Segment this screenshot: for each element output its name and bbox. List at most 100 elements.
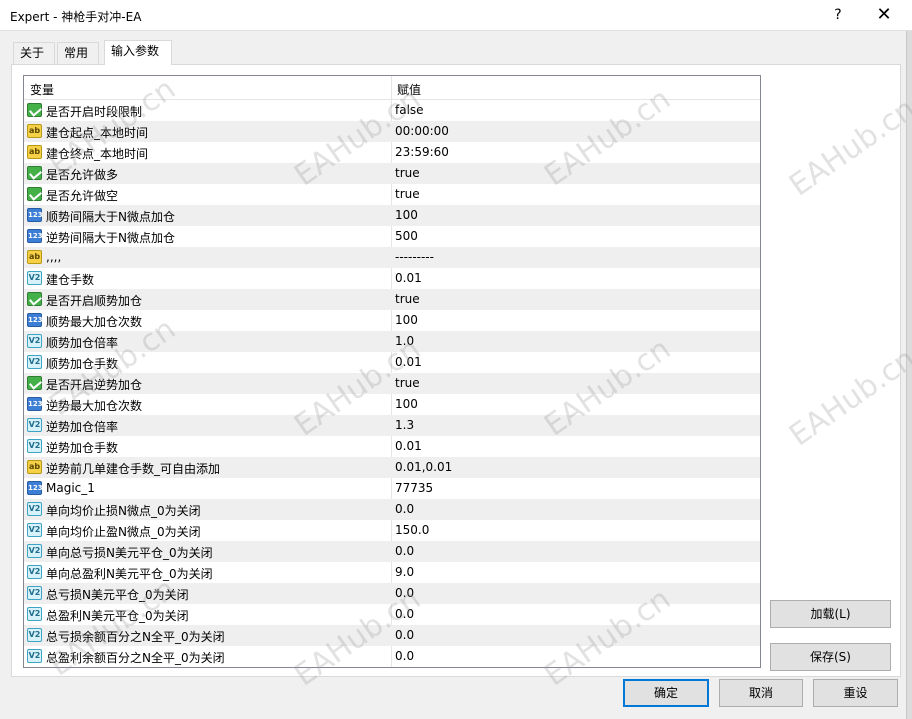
parameter-value[interactable]: 1.0	[395, 334, 414, 348]
table-row[interactable]: V2 顺势加仓倍率 1.0	[24, 331, 760, 352]
parameter-name: 顺势最大加仓次数	[46, 315, 143, 329]
parameter-name: 单向总亏损N美元平仓_0为关闭	[46, 546, 213, 560]
bool-icon	[27, 376, 42, 390]
parameter-value[interactable]: 0.01	[395, 271, 422, 285]
parameter-value[interactable]: true	[395, 376, 420, 390]
double-icon: V2	[27, 418, 42, 432]
parameter-value[interactable]: 0.0	[395, 586, 414, 600]
parameter-name: Magic_1	[46, 481, 95, 495]
table-row[interactable]: V2 顺势加仓手数 0.01	[24, 352, 760, 373]
parameter-value[interactable]: 150.0	[395, 523, 429, 537]
table-row[interactable]: 是否允许做空 true	[24, 184, 760, 205]
tab-inputs[interactable]: 输入参数	[104, 40, 172, 65]
column-header-variable[interactable]: 变量	[30, 81, 54, 98]
table-row[interactable]: V2 建仓手数 0.01	[24, 268, 760, 289]
save-button[interactable]: 保存(S)	[770, 643, 891, 671]
int-icon: 123	[27, 208, 43, 222]
parameter-name: 顺势间隔大于N微点加仓	[46, 210, 175, 224]
parameter-value[interactable]: 500	[395, 229, 418, 243]
parameter-value[interactable]: 0.0	[395, 502, 414, 516]
table-row[interactable]: V2 单向均价止损N微点_0为关闭 0.0	[24, 499, 760, 520]
tab-about[interactable]: 关于	[13, 42, 55, 64]
string-icon: ab	[27, 460, 42, 474]
double-icon: V2	[27, 334, 42, 348]
parameter-value[interactable]: 100	[395, 208, 418, 222]
reset-button[interactable]: 重设	[813, 679, 898, 707]
table-row[interactable]: 123 顺势最大加仓次数 100	[24, 310, 760, 331]
parameter-value[interactable]: 0.01,0.01	[395, 460, 452, 474]
parameter-value[interactable]: 00:00:00	[395, 124, 449, 138]
double-icon: V2	[27, 439, 42, 453]
table-row[interactable]: V2 单向总亏损N美元平仓_0为关闭 0.0	[24, 541, 760, 562]
parameter-value[interactable]: 100	[395, 313, 418, 327]
int-icon: 123	[27, 481, 43, 495]
table-row[interactable]: ab 逆势前几单建仓手数_可自由添加 0.01,0.01	[24, 457, 760, 478]
column-separator[interactable]	[391, 76, 392, 100]
parameter-value[interactable]: true	[395, 292, 420, 306]
table-row[interactable]: V2 逆势加仓倍率 1.3	[24, 415, 760, 436]
table-row[interactable]: V2 总亏损余额百分之N全平_0为关闭 0.0	[24, 625, 760, 646]
parameter-name: 建仓起点_本地时间	[46, 126, 149, 140]
table-row[interactable]: 是否允许做多 true	[24, 163, 760, 184]
string-icon: ab	[27, 250, 42, 264]
parameter-name: 建仓手数	[46, 273, 95, 287]
parameter-name: 是否开启逆势加仓	[46, 378, 143, 392]
background-window-edge	[906, 31, 912, 719]
parameter-value[interactable]: true	[395, 187, 420, 201]
parameter-name: 单向总盈利N美元平仓_0为关闭	[46, 567, 213, 581]
parameter-value[interactable]: 0.01	[395, 439, 422, 453]
parameter-value[interactable]: 1.3	[395, 418, 414, 432]
table-row[interactable]: 是否开启逆势加仓 true	[24, 373, 760, 394]
parameter-name: 逆势加仓倍率	[46, 420, 119, 434]
help-button[interactable]: ?	[826, 4, 850, 26]
string-icon: ab	[27, 124, 42, 138]
table-row[interactable]: 是否开启时段限制 false	[24, 100, 760, 121]
table-row[interactable]: V2 总盈利余额百分之N全平_0为关闭 0.0	[24, 646, 760, 667]
parameter-value[interactable]: 0.0	[395, 544, 414, 558]
ok-button[interactable]: 确定	[623, 679, 709, 707]
parameter-value[interactable]: ---------	[395, 250, 434, 264]
table-row[interactable]: V2 总盈利N美元平仓_0为关闭 0.0	[24, 604, 760, 625]
parameters-list[interactable]: 变量 赋值 是否开启时段限制 false ab 建仓起点_本地时间 00:00:00 ab…	[23, 75, 761, 668]
parameter-value[interactable]: 77735	[395, 481, 433, 495]
parameter-value[interactable]: 0.0	[395, 649, 414, 663]
table-row[interactable]: 123 顺势间隔大于N微点加仓 100	[24, 205, 760, 226]
parameter-value[interactable]: 0.0	[395, 607, 414, 621]
table-row[interactable]: V2 单向均价止盈N微点_0为关闭 150.0	[24, 520, 760, 541]
parameter-value[interactable]: true	[395, 166, 420, 180]
cancel-button[interactable]: 取消	[719, 679, 803, 707]
table-row[interactable]: 123 逆势间隔大于N微点加仓 500	[24, 226, 760, 247]
load-button[interactable]: 加载(L)	[770, 600, 891, 628]
table-row[interactable]: V2 逆势加仓手数 0.01	[24, 436, 760, 457]
table-row[interactable]: V2 单向总盈利N美元平仓_0为关闭 9.0	[24, 562, 760, 583]
parameter-value[interactable]: 100	[395, 397, 418, 411]
parameter-name: ,,,,	[46, 250, 62, 264]
tab-common[interactable]: 常用	[57, 42, 99, 64]
double-icon: V2	[27, 523, 42, 537]
table-row[interactable]: 是否开启顺势加仓 true	[24, 289, 760, 310]
parameter-value[interactable]: 9.0	[395, 565, 414, 579]
int-icon: 123	[27, 229, 43, 243]
table-row[interactable]: ab 建仓终点_本地时间 23:59:60	[24, 142, 760, 163]
parameter-value[interactable]: 0.01	[395, 355, 422, 369]
double-icon: V2	[27, 271, 42, 285]
parameter-name: 是否允许做多	[46, 168, 119, 182]
table-row[interactable]: V2 总亏损N美元平仓_0为关闭 0.0	[24, 583, 760, 604]
int-icon: 123	[27, 313, 43, 327]
parameter-name: 逆势间隔大于N微点加仓	[46, 231, 175, 245]
table-row[interactable]: ab,,,, ---------	[24, 247, 760, 268]
parameter-name: 逆势前几单建仓手数_可自由添加	[46, 462, 221, 476]
bool-icon	[27, 166, 42, 180]
table-row[interactable]: 123 Magic_1 77735	[24, 478, 760, 499]
parameter-name: 是否允许做空	[46, 189, 119, 203]
column-header-value[interactable]: 赋值	[397, 81, 421, 98]
bool-icon	[27, 103, 42, 117]
bool-icon	[27, 292, 42, 306]
parameter-name: 总盈利余额百分之N全平_0为关闭	[46, 651, 225, 665]
table-row[interactable]: 123 逆势最大加仓次数 100	[24, 394, 760, 415]
table-row[interactable]: ab 建仓起点_本地时间 00:00:00	[24, 121, 760, 142]
parameter-value[interactable]: 0.0	[395, 628, 414, 642]
parameter-value[interactable]: false	[395, 103, 424, 117]
close-button[interactable]: ✕	[870, 4, 898, 26]
parameter-value[interactable]: 23:59:60	[395, 145, 449, 159]
